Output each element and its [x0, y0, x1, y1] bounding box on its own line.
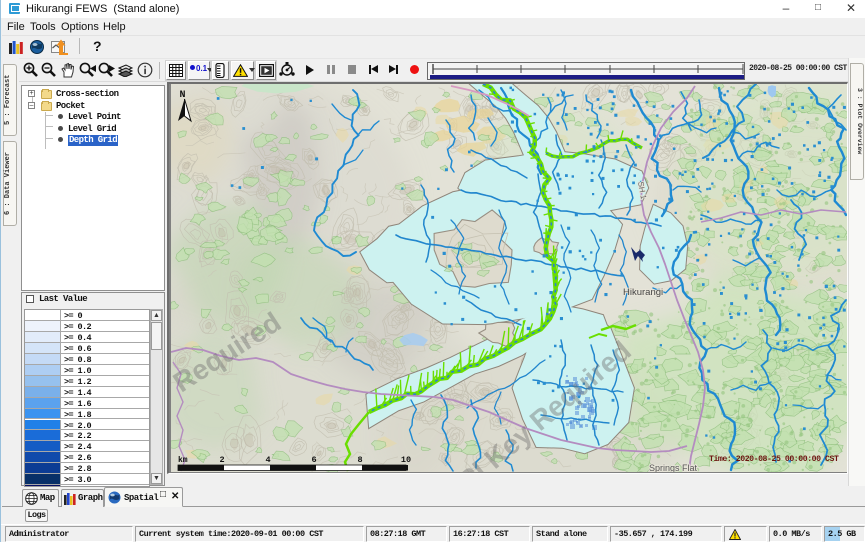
svg-text:6: 6 — [311, 455, 316, 465]
svg-text:Time: 2020-08-25 00:00:00 CST: Time: 2020-08-25 00:00:00 CST — [709, 454, 839, 464]
svg-text:10: 10 — [401, 455, 411, 465]
svg-text:2: 2 — [219, 455, 224, 465]
svg-text:km: km — [178, 456, 188, 465]
svg-text:8: 8 — [357, 455, 362, 465]
svg-text:Springs Flat: Springs Flat — [649, 463, 698, 472]
svg-text:4: 4 — [265, 455, 270, 465]
svg-text:Hikurangi: Hikurangi — [623, 287, 663, 298]
